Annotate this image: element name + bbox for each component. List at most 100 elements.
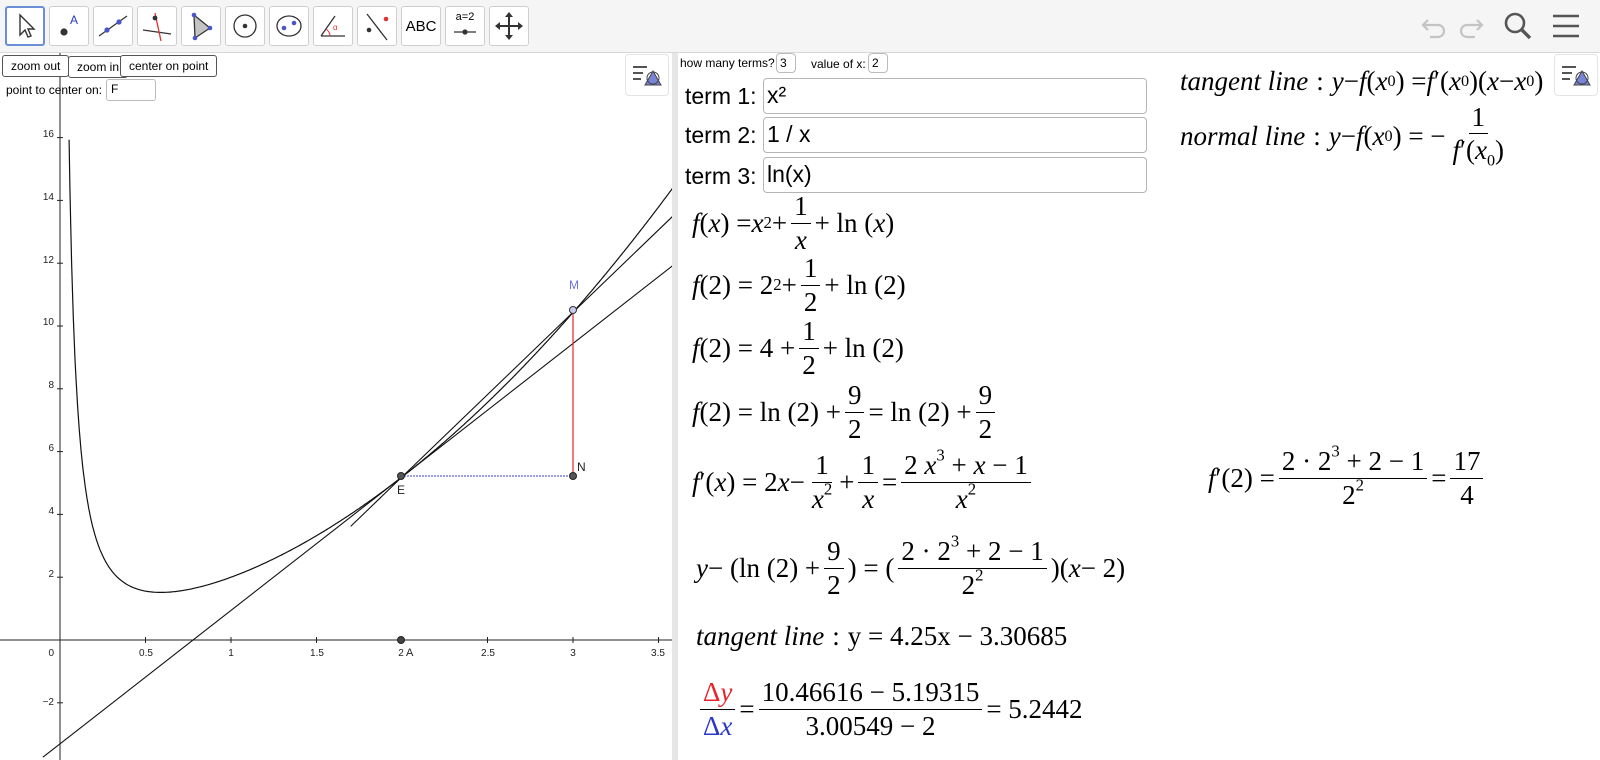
term2-label: term 2: — [685, 122, 757, 148]
y-tick-label: 10 — [43, 317, 55, 328]
redo-icon — [1459, 19, 1484, 39]
point-tool[interactable]: A — [49, 6, 89, 46]
point-M — [569, 306, 577, 314]
term2-input[interactable]: 1 / x — [763, 117, 1147, 153]
derivative-formula: f ′(x) = 2 x −1 x2 +1 x = 2 x3 + x − 1 x2 — [692, 447, 1035, 515]
tangent-formula-title: tangent line — [1180, 65, 1309, 96]
point-to-center-input[interactable]: F — [106, 79, 156, 101]
toolbar: A α ABC a=2 — [0, 0, 1600, 53]
graphics-view[interactable]: 16 14 12 10 8 6 4 2 0 −2 0.5 1 1.5 2 2.5… — [0, 53, 672, 760]
zoom-out-button[interactable]: zoom out — [2, 55, 70, 77]
term3-input[interactable]: ln(x) — [763, 157, 1147, 193]
derivative-value-numerator: 17 — [1450, 447, 1484, 479]
x-tick-label: 2.5 — [481, 648, 495, 659]
point-E-label: E — [397, 483, 405, 497]
y-tick-label: 4 — [48, 506, 54, 517]
redo-button[interactable] — [1455, 10, 1487, 42]
undo-icon — [1421, 19, 1446, 39]
y-tick-label: 16 — [43, 129, 55, 140]
function-curve — [68, 139, 672, 593]
point-A — [397, 636, 405, 644]
y-tick-label: −2 — [43, 697, 55, 708]
angle-tool[interactable]: α — [313, 6, 353, 46]
axis-ticks — [57, 137, 659, 704]
style-bar-icon — [633, 66, 662, 86]
undo-button[interactable] — [1418, 10, 1450, 42]
polygon-tool[interactable] — [181, 6, 221, 46]
algebra-panel: how many terms? 3 value of x: 2 term 1: … — [678, 53, 1600, 760]
circle-tool[interactable] — [225, 6, 265, 46]
slider-tool[interactable]: a=2 — [445, 6, 485, 46]
x-tick-label: 1 — [228, 648, 234, 659]
normal-formula-title: normal line — [1180, 120, 1306, 151]
algebra-style-bar-toggle[interactable] — [1554, 54, 1598, 96]
point-A-label: A — [406, 647, 414, 659]
perpendicular-line-tool[interactable] — [137, 6, 177, 46]
search-button[interactable] — [1502, 10, 1534, 42]
y-tick-label: 12 — [43, 255, 55, 266]
point-icon: A — [60, 13, 78, 36]
reflect-about-line-icon — [366, 13, 389, 41]
polygon-icon — [191, 12, 213, 41]
tangent-line-title: tangent line — [696, 620, 825, 651]
function-definition: f(x) = x2 +1 x + ln (x) — [692, 191, 895, 255]
reflect-tool[interactable] — [357, 6, 397, 46]
main-menu-button[interactable] — [1550, 10, 1582, 42]
y-tick-label: 2 — [48, 569, 54, 580]
graphics-style-bar-toggle[interactable] — [625, 54, 669, 96]
function-evaluation-step1: f (2) = 22 +1 2 + ln (2) — [692, 253, 906, 317]
normal-line-formula: normal line: y − f(x 0) = −1 f′(x0) — [1180, 101, 1505, 170]
tangent-line-equation: tangent line: y = 4.25x − 3.30685 — [696, 620, 1068, 651]
hamburger-menu-icon — [1553, 14, 1579, 38]
secant-slope-equation: Δy Δx = 10.46616 − 5.19315 3.00549 − 2 = 5.24… — [696, 676, 1083, 742]
function-evaluation-step2: f (2) = 4 +1 2 + ln (2) — [692, 316, 904, 380]
x-tick-label: 2 — [398, 648, 404, 659]
perpendicular-line-icon — [142, 12, 172, 42]
x-tick-label: 1.5 — [310, 648, 324, 659]
derivative-at-point: f ′(2) = 2 · 23 + 2 − 1 22 = 17 4 — [1208, 443, 1487, 513]
y-tick-label: 14 — [43, 192, 55, 203]
ellipse-tool[interactable] — [269, 6, 309, 46]
term1-input[interactable]: x² — [763, 78, 1147, 114]
slope-result: = 5.2442 — [986, 693, 1083, 724]
text-tool-label: ABC — [405, 17, 437, 35]
circle-center-point-icon — [233, 14, 257, 38]
slope-numerator: 10.46616 − 5.19315 — [758, 678, 983, 710]
point-M-label: M — [569, 278, 579, 292]
x-value-input[interactable]: 2 — [868, 53, 888, 73]
term3-label: term 3: — [685, 163, 757, 189]
slope-denominator: 3.00549 − 2 — [805, 710, 936, 741]
terms-count-label: how many terms? — [680, 56, 775, 70]
angle-icon: α — [320, 15, 345, 37]
x-tick-label: 3.5 — [651, 648, 665, 659]
function-evaluation-step3: f (2) = ln (2) +9 2 = ln (2) +9 2 — [692, 381, 999, 443]
term1-label: term 1: — [685, 83, 757, 109]
x-tick-label: 0.5 — [139, 648, 153, 659]
center-on-point-button[interactable]: center on point — [120, 55, 218, 77]
point-N — [569, 472, 577, 480]
point-E — [397, 472, 405, 480]
line-icon — [98, 15, 128, 37]
slider-tool-label: a=2 — [455, 11, 475, 23]
search-icon — [1504, 12, 1532, 40]
text-tool[interactable]: ABC — [401, 6, 441, 46]
point-to-center-label: point to center on: — [6, 83, 103, 97]
y-tick-label: 8 — [48, 380, 54, 391]
style-bar-icon — [1562, 66, 1591, 86]
x-tick-label: 3 — [570, 648, 576, 659]
point-N-label: N — [577, 460, 586, 474]
line-tool[interactable] — [93, 6, 133, 46]
derivative-value-denominator: 4 — [1460, 479, 1474, 510]
coordinate-plot[interactable]: 16 14 12 10 8 6 4 2 0 −2 0.5 1 1.5 2 2.5… — [0, 53, 672, 760]
point-slope-equation: y − (ln (2) +9 2) = (2 · 23 + 2 − 1 22)(x … — [696, 531, 1126, 600]
move-graphics-view-tool[interactable] — [489, 6, 529, 46]
ellipse-icon — [276, 15, 302, 37]
y-tick-label: 6 — [48, 443, 54, 454]
move-arrows-icon — [495, 12, 523, 40]
svg-text:α: α — [333, 23, 338, 32]
tangent-line-result: y = 4.25x − 3.30685 — [847, 620, 1068, 651]
origin-label: 0 — [48, 648, 54, 659]
move-tool[interactable] — [5, 6, 45, 46]
terms-count-input[interactable]: 3 — [776, 53, 796, 73]
cursor-arrow-icon — [19, 13, 36, 38]
